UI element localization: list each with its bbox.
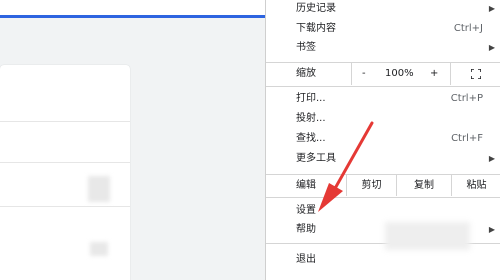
menu-item-more-tools[interactable]: 更多工具 ▶ — [266, 150, 500, 168]
menu-item-settings[interactable]: 设置 — [266, 202, 500, 220]
zoom-level: 100% — [385, 68, 414, 79]
zoom-out-button[interactable]: - — [362, 63, 366, 85]
blurred-region — [90, 242, 108, 256]
paste-button[interactable]: 粘贴 — [451, 175, 500, 196]
menu-item-label: 下载内容 — [296, 23, 336, 34]
menu-separator — [266, 86, 500, 87]
shortcut-label: Ctrl+J — [453, 23, 483, 34]
card-divider — [0, 162, 130, 163]
menu-item-bookmarks[interactable]: 书签 ▶ — [266, 39, 500, 57]
menu-item-label: 退出 — [296, 254, 316, 265]
zoom-in-button[interactable]: + — [430, 63, 438, 85]
chevron-right-icon: ▶ — [488, 225, 495, 234]
menu-item-label: 更多工具 — [296, 153, 336, 164]
page-content — [0, 0, 265, 280]
menu-item-history[interactable]: 历史记录 ▶ — [266, 0, 500, 18]
accent-strip — [0, 15, 265, 18]
edit-row: 编辑 剪切 复制 粘贴 — [266, 175, 500, 196]
menu-item-label: 历史记录 — [296, 3, 336, 14]
menu-item-label: 设置 — [296, 205, 316, 216]
blurred-region — [385, 222, 470, 250]
zoom-controls: - 100% + — [351, 63, 451, 85]
shortcut-label: Ctrl+F — [451, 133, 483, 144]
menu-item-label: 书签 — [296, 42, 316, 53]
menu-item-label: 帮助 — [296, 224, 316, 235]
chevron-right-icon: ▶ — [488, 43, 495, 52]
edit-label: 编辑 — [296, 180, 316, 191]
menu-item-label: 打印... — [296, 93, 326, 104]
page-header — [0, 0, 265, 18]
card-divider — [0, 121, 130, 122]
menu-item-find[interactable]: 查找... Ctrl+F — [266, 130, 500, 148]
cut-button[interactable]: 剪切 — [346, 175, 396, 196]
menu-item-print[interactable]: 打印... Ctrl+P — [266, 90, 500, 108]
zoom-label: 缩放 — [296, 68, 316, 79]
card-divider — [0, 206, 130, 207]
chevron-right-icon: ▶ — [488, 154, 495, 163]
menu-item-label: 投射... — [296, 113, 326, 124]
fullscreen-icon[interactable] — [471, 69, 481, 79]
zoom-row: 缩放 - 100% + — [266, 63, 500, 85]
menu-item-downloads[interactable]: 下载内容 Ctrl+J — [266, 20, 500, 38]
chevron-right-icon: ▶ — [488, 4, 495, 13]
menu-item-label: 查找... — [296, 133, 326, 144]
shortcut-label: Ctrl+P — [450, 93, 483, 104]
menu-separator — [266, 197, 500, 198]
blurred-region — [88, 176, 110, 202]
content-card — [0, 65, 130, 280]
menu-item-cast[interactable]: 投射... — [266, 110, 500, 128]
menu-item-exit[interactable]: 退出 — [266, 251, 500, 269]
copy-button[interactable]: 复制 — [396, 175, 451, 196]
